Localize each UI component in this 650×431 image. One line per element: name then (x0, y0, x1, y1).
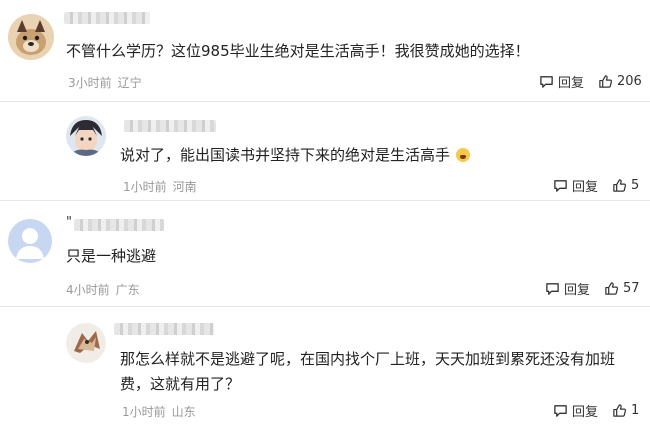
cartoon-avatar-icon[interactable] (66, 116, 106, 156)
comment-time: 3小时前 (68, 76, 112, 90)
like-count: 1 (631, 403, 640, 418)
reply-label: 回复 (572, 180, 599, 195)
reply-icon (554, 180, 567, 192)
reply-button[interactable]: 回复 (545, 279, 590, 298)
thumbs-up-icon (599, 75, 613, 88)
username-prefix: " (66, 215, 72, 230)
reply-button[interactable]: 回复 (553, 401, 598, 420)
reply-button[interactable]: 回复 (553, 176, 598, 195)
reply-label: 回复 (572, 405, 599, 420)
reply-icon (546, 283, 559, 295)
reply-icon (554, 405, 567, 417)
reply-location: 山东 (171, 405, 196, 419)
reply-meta: 1小时前 山东 (122, 403, 196, 420)
like-button[interactable]: 5 (612, 178, 639, 193)
like-count: 5 (631, 178, 640, 193)
username-blurred[interactable] (124, 120, 216, 132)
crying-face-emoji-icon (456, 148, 471, 162)
reply-text: 那怎么样就不是逃避了呢，在国内找个厂上班，天天加班到累死还没有加班费，这就有用了… (120, 350, 616, 393)
thumbs-up-icon (613, 179, 627, 192)
reply-text: 说对了，能出国读书并坚持下来的绝对是生活高手 (120, 144, 620, 166)
thumbs-up-icon (613, 404, 627, 417)
comment-text: 只是一种逃避 (66, 247, 157, 265)
like-count: 206 (617, 74, 642, 89)
default-user-avatar-icon[interactable] (8, 219, 52, 263)
username-blurred[interactable] (64, 12, 150, 24)
comment-item: 不管什么学历？这位985毕业生绝对是生活高手！我很赞成她的选择！ 3小时前 辽宁 … (0, 0, 650, 100)
comment-location: 广东 (115, 283, 140, 297)
comment-actions: 回复 57 (545, 279, 640, 298)
like-button[interactable]: 1 (612, 403, 639, 418)
reply-button[interactable]: 回复 (539, 72, 584, 91)
dog-avatar-icon[interactable] (8, 14, 54, 60)
reply-label: 回复 (564, 283, 591, 298)
comment-time: 4小时前 (66, 283, 110, 297)
comment-meta: 4小时前 广东 (66, 281, 140, 298)
reply-actions: 回复 1 (553, 401, 639, 420)
illustrated-avatar-icon[interactable] (66, 323, 106, 363)
reply-time: 1小时前 (123, 180, 167, 194)
reply-meta: 1小时前 河南 (123, 178, 197, 195)
reply-actions: 回复 5 (553, 176, 639, 195)
comment-text: 不管什么学历？这位985毕业生绝对是生活高手！我很赞成她的选择！ (66, 42, 530, 60)
comment-actions: 回复 206 (539, 72, 642, 91)
reply-location: 河南 (172, 180, 197, 194)
comment-item: " 只是一种逃避 4小时前 广东 回复 57 (0, 201, 650, 305)
reply-item: 说对了，能出国读书并坚持下来的绝对是生活高手 1小时前 河南 回复 5 (0, 102, 650, 198)
reply-icon (540, 76, 553, 88)
comment-location: 辽宁 (117, 76, 142, 90)
like-button[interactable]: 57 (604, 281, 640, 296)
reply-item: 那怎么样就不是逃避了呢，在国内找个厂上班，天天加班到累死还没有加班费，这就有用了… (0, 307, 650, 431)
reply-label: 回复 (558, 76, 585, 91)
username-blurred[interactable] (114, 323, 214, 335)
username-blurred[interactable] (74, 219, 164, 231)
reply-time: 1小时前 (122, 405, 166, 419)
thumbs-up-icon (605, 282, 619, 295)
like-count: 57 (623, 281, 640, 296)
like-button[interactable]: 206 (598, 74, 642, 89)
comment-meta: 3小时前 辽宁 (68, 74, 142, 91)
